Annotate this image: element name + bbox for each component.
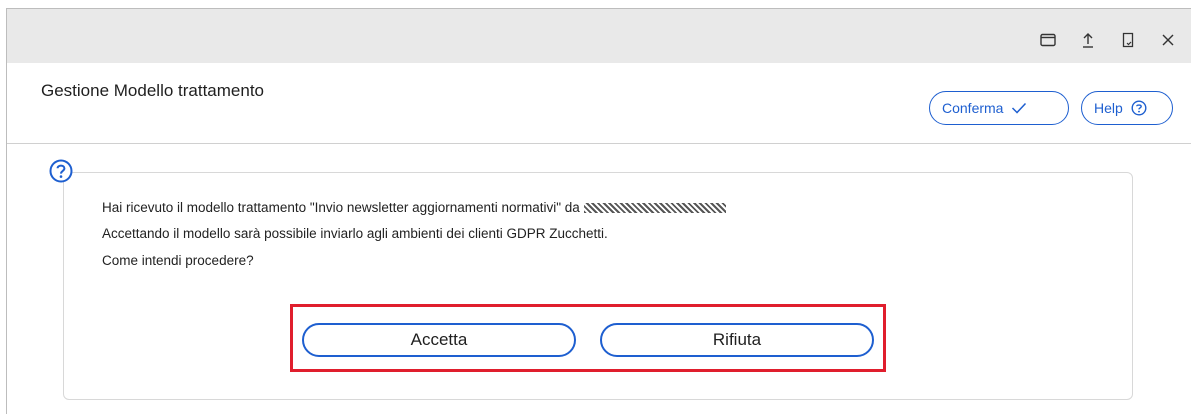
window-controls bbox=[1039, 31, 1177, 49]
window-icon bbox=[1040, 33, 1056, 47]
accept-button[interactable]: Accetta bbox=[302, 323, 576, 357]
bookmark-icon bbox=[1122, 32, 1134, 48]
page-title: Gestione Modello trattamento bbox=[41, 81, 265, 100]
page-header: Gestione Modello trattamento Conferma He… bbox=[7, 63, 1191, 144]
question-icon bbox=[49, 159, 73, 183]
close-button[interactable] bbox=[1159, 31, 1177, 49]
window-restore-button[interactable] bbox=[1039, 31, 1057, 49]
upload-button[interactable] bbox=[1079, 31, 1097, 49]
title-bar bbox=[7, 9, 1191, 63]
bookmark-button[interactable] bbox=[1119, 31, 1137, 49]
help-button-label: Help bbox=[1094, 100, 1123, 116]
content-area: Hai ricevuto il modello trattamento "Inv… bbox=[7, 144, 1191, 415]
close-icon bbox=[1162, 34, 1174, 46]
message-card: Hai ricevuto il modello trattamento "Inv… bbox=[63, 172, 1133, 400]
help-button[interactable]: Help bbox=[1081, 91, 1173, 125]
redacted-sender bbox=[583, 203, 726, 213]
message-line-3: Come intendi procedere? bbox=[102, 253, 254, 268]
upload-icon bbox=[1083, 33, 1093, 48]
app-window: Gestione Modello trattamento Conferma He… bbox=[6, 8, 1191, 415]
confirm-button[interactable]: Conferma bbox=[929, 91, 1069, 125]
help-circle-icon bbox=[1131, 100, 1147, 116]
check-icon bbox=[1012, 102, 1027, 114]
confirm-button-label: Conferma bbox=[942, 100, 1004, 116]
message-line-2: Accettando il modello sarà possibile inv… bbox=[102, 226, 608, 241]
reject-button[interactable]: Rifiuta bbox=[600, 323, 874, 357]
message-text-1: Hai ricevuto il modello trattamento "Inv… bbox=[102, 200, 580, 215]
message-line-1: Hai ricevuto il modello trattamento "Inv… bbox=[102, 200, 726, 215]
